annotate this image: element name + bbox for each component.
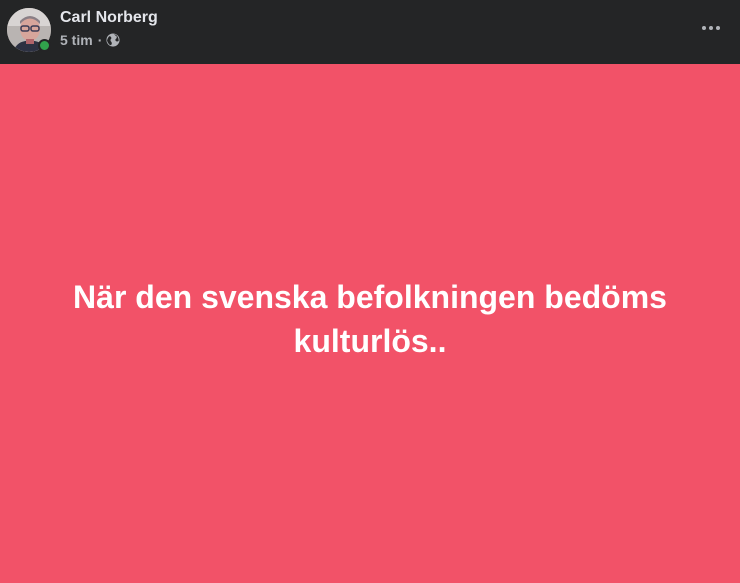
online-status-dot (38, 39, 51, 52)
post-text: När den svenska befolkningen bedöms kult… (73, 278, 667, 359)
more-options-icon (702, 26, 706, 30)
post-timestamp[interactable]: 5 tim (60, 32, 93, 48)
author-name[interactable]: Carl Norberg (60, 9, 158, 27)
more-dot (709, 26, 713, 30)
post-background[interactable]: När den svenska befolkningen bedöms kult… (0, 64, 740, 583)
globe-icon[interactable] (106, 33, 120, 47)
meta-separator: · (97, 32, 103, 48)
author-avatar[interactable] (7, 8, 51, 52)
post-meta: 5 tim · (60, 31, 120, 49)
more-dot (716, 26, 720, 30)
post-header: Carl Norberg 5 tim · (0, 0, 740, 64)
more-options-button[interactable] (698, 16, 724, 40)
